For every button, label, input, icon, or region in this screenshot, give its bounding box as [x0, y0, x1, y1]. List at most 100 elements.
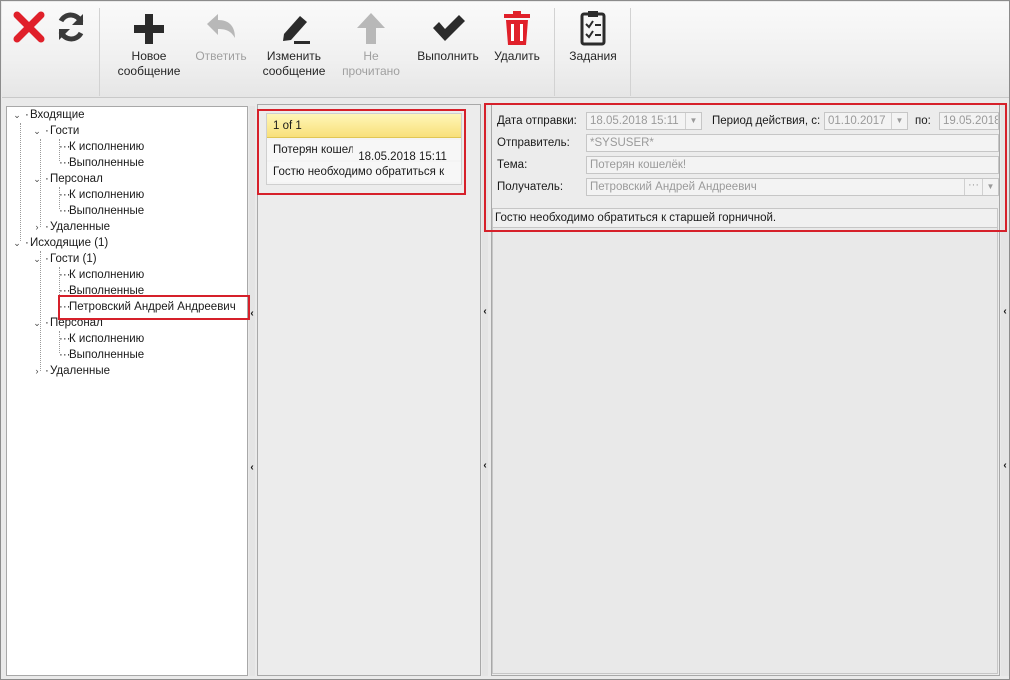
plus-icon [134, 14, 164, 44]
new-message-button[interactable]: Новое сообщение [112, 6, 186, 96]
chevron-down-icon[interactable]: ⌄ [32, 123, 42, 139]
subject-field[interactable]: Потерян кошелёк! [586, 156, 999, 174]
reply-label: Ответить [195, 49, 247, 63]
send-date-field[interactable]: 18.05.2018 15:11 ▼ [586, 112, 702, 130]
recipient-field[interactable]: Петровский Андрей Андреевич ··· ▼ [586, 178, 999, 196]
period-to-field[interactable]: 19.05.2018 [939, 112, 999, 130]
tree-item-label: Выполненные [69, 349, 145, 361]
edit-message-label-2: сообщение [262, 64, 326, 78]
refresh-icon[interactable] [54, 10, 88, 44]
sender-field[interactable]: *SYSUSER* [586, 134, 999, 152]
trash-icon [504, 11, 530, 45]
chevron-right-icon[interactable]: › [32, 219, 42, 235]
period-label: Период действия, с: [712, 115, 821, 127]
app-window: Новое сообщение Ответить Изменить сообще… [0, 0, 1010, 680]
reply-button[interactable]: Ответить [190, 6, 252, 96]
tree-item-label: Входящие [30, 109, 85, 121]
tree-item-label: Персонал [50, 173, 103, 185]
chevron-down-icon[interactable]: ⌄ [32, 315, 42, 331]
tree-item-label: Гости [50, 125, 80, 137]
delete-label: Удалить [494, 49, 540, 63]
message-row[interactable]: Потерян кошел 18.05.2018 15:11 [267, 140, 461, 160]
ellipsis-icon[interactable]: ··· [964, 179, 982, 195]
collapse-arrow-icon[interactable]: ‹ [248, 308, 256, 319]
collapse-arrow-icon[interactable]: ‹ [248, 462, 256, 473]
collapse-arrow-icon[interactable]: ‹ [1001, 460, 1009, 471]
execute-button[interactable]: Выполнить [412, 6, 484, 96]
tree-item-label: К исполнению [69, 333, 145, 345]
tree-item-label: К исполнению [69, 141, 145, 153]
collapse-arrow-icon[interactable]: ‹ [1001, 306, 1009, 317]
tree-item-label: Выполненные [69, 157, 145, 169]
sender-value: *SYSUSER* [590, 137, 654, 149]
message-list: 1 of 1 Потерян кошел 18.05.2018 15:11 Го… [257, 104, 481, 676]
tree-item-label: Удаленные [50, 365, 110, 377]
sender-label: Отправитель: [497, 137, 570, 149]
mark-unread-label-2: прочитано [342, 64, 400, 78]
new-message-label-2: сообщение [117, 64, 181, 78]
tree-item-label: Гости (1) [50, 253, 97, 265]
chevron-down-icon[interactable]: ⌄ [12, 107, 22, 123]
message-date: 18.05.2018 15:11 [358, 151, 447, 160]
chevron-down-icon[interactable]: ⌄ [12, 235, 22, 251]
close-x-icon[interactable] [12, 10, 46, 44]
message-body[interactable]: Гостю необходимо обратиться к старшей го… [492, 208, 998, 228]
subject-value: Потерян кошелёк! [590, 159, 687, 171]
period-from-value: 01.10.2017 [828, 115, 886, 127]
tree-item-label: Персонал [50, 317, 103, 329]
execute-label: Выполнить [417, 49, 479, 63]
chevron-down-icon[interactable]: ▼ [891, 113, 907, 129]
arrow-up-icon [357, 13, 385, 44]
mark-unread-button[interactable]: Не прочитано [336, 6, 406, 96]
edit-message-label-1: Изменить [266, 49, 322, 63]
tree-guide-line [20, 123, 21, 241]
right-splitter[interactable]: ‹ ‹ [1001, 104, 1009, 676]
period-to-value: 19.05.2018 [943, 115, 999, 127]
send-date-value: 18.05.2018 15:11 [590, 115, 679, 127]
message-body-area[interactable] [492, 228, 998, 674]
clipboard-icon [580, 11, 606, 46]
middle-splitter[interactable]: ‹ ‹ [482, 104, 488, 676]
recipient-value: Петровский Андрей Андреевич [590, 181, 757, 193]
delete-button[interactable]: Удалить [488, 6, 546, 96]
mark-unread-label-1: Не [363, 49, 379, 63]
chevron-right-icon[interactable]: › [32, 363, 42, 379]
toolbar-separator [554, 8, 555, 96]
toolbar-separator [630, 8, 631, 96]
left-splitter[interactable]: ‹ ‹ [249, 106, 255, 676]
tree-item-label: К исполнению [69, 269, 145, 281]
folder-tree: ⌄ · Входящие ⌄ · Гости ··· К исполнению … [6, 106, 248, 676]
message-subject: Потерян кошел [273, 144, 353, 156]
pager: 1 of 1 [267, 114, 461, 138]
chevron-down-icon[interactable]: ▼ [685, 113, 701, 129]
subject-label: Тема: [497, 159, 528, 171]
chevron-down-icon[interactable]: ⌄ [32, 171, 42, 187]
tree-item-label: Удаленные [50, 221, 110, 233]
collapse-arrow-icon[interactable]: ‹ [481, 460, 489, 471]
tree-guide-line [40, 251, 41, 371]
chevron-down-icon[interactable]: ▼ [982, 179, 998, 195]
tasks-label: Задания [569, 49, 617, 63]
tree-item-label: Выполненные [69, 285, 145, 297]
collapse-arrow-icon[interactable]: ‹ [481, 306, 489, 317]
chevron-down-icon[interactable]: ⌄ [32, 251, 42, 267]
message-card[interactable]: 1 of 1 Потерян кошел 18.05.2018 15:11 Го… [266, 113, 462, 185]
pencil-icon [283, 16, 310, 44]
message-detail: Дата отправки: 18.05.2018 15:11 ▼ Период… [491, 104, 1000, 676]
tree-item-label: Выполненные [69, 205, 145, 217]
edit-message-button[interactable]: Изменить сообщение [256, 6, 332, 96]
period-from-field[interactable]: 01.10.2017 ▼ [824, 112, 908, 130]
new-message-label-1: Новое [131, 49, 167, 63]
toolbar-separator [99, 8, 100, 96]
tree-item-label: Исходящие (1) [30, 237, 109, 249]
toolbar: Новое сообщение Ответить Изменить сообще… [2, 2, 1009, 98]
tree-item-label: Петровский Андрей Андреевич [69, 301, 236, 313]
message-preview: Гостю необходимо обратиться к [267, 162, 461, 182]
tree-item-label: К исполнению [69, 189, 145, 201]
reply-icon [207, 14, 235, 38]
check-icon [433, 15, 465, 41]
send-date-label: Дата отправки: [497, 115, 577, 127]
period-to-label: по: [915, 115, 931, 127]
tasks-button[interactable]: Задания [562, 6, 624, 96]
recipient-label: Получатель: [497, 181, 564, 193]
